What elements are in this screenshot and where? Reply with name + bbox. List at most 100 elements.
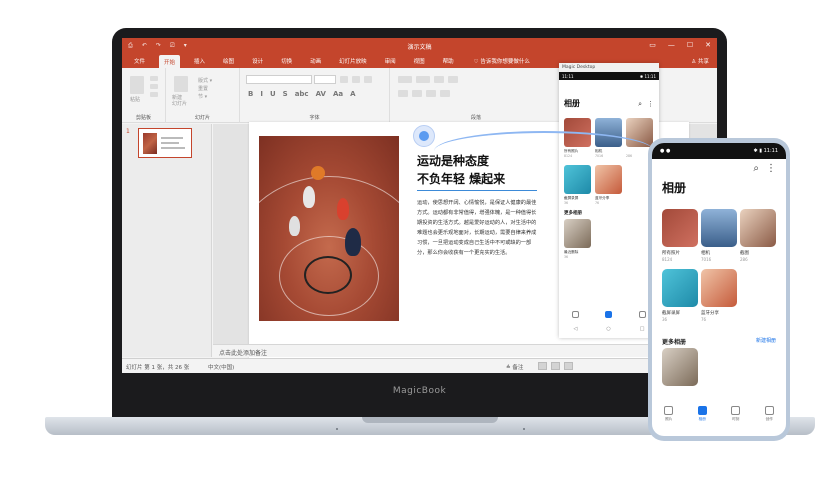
magic-desktop-titlebar[interactable]: Magic Desktop (559, 63, 659, 72)
nav-moments[interactable]: 时刻 (731, 406, 741, 430)
tab-file[interactable]: 文件 (130, 55, 149, 67)
photos-icon (664, 406, 674, 415)
align-right-icon[interactable] (426, 90, 436, 97)
phone-album-count: 7016 (701, 257, 712, 262)
minimize-icon[interactable]: — (668, 41, 675, 49)
laptop-bezel: MagicBook (112, 373, 727, 418)
format-painter-icon[interactable] (150, 92, 158, 97)
char-spacing-button[interactable]: AV (316, 90, 326, 98)
search-icon[interactable]: ⌕ (753, 163, 759, 174)
underline-button[interactable]: U (270, 90, 276, 98)
laptop-brand-label: MagicBook (392, 386, 447, 396)
grow-font-icon[interactable] (340, 76, 348, 83)
share-button[interactable]: ♙ 共享 (691, 57, 709, 65)
slide-title-line-2[interactable]: 不负年轻 燥起来 (417, 170, 505, 187)
albums-icon (697, 406, 707, 415)
slide-counter: 幻灯片 第 1 张，共 26 张 (126, 365, 190, 371)
align-left-icon[interactable] (398, 90, 408, 97)
shrink-font-icon[interactable] (352, 76, 360, 83)
slide-body-text[interactable]: 运动，使思想开阔、心情愉悦，是保证人健康的最佳方式。运动都有非常值得，增强体魄，… (417, 198, 539, 258)
laptop-foot (336, 428, 338, 430)
phone-album-thumb[interactable] (662, 209, 698, 247)
language-indicator[interactable]: 中文(中国) (208, 363, 234, 371)
notes-toggle[interactable]: ≙ 备注 (506, 363, 523, 371)
align-center-icon[interactable] (412, 90, 422, 97)
back-icon[interactable]: ◁ (574, 326, 578, 336)
nav-create[interactable]: 创作 (764, 406, 774, 430)
tab-review[interactable]: 审阅 (381, 55, 400, 67)
phone-album-thumb[interactable] (740, 209, 776, 247)
md-album-thumb[interactable] (564, 219, 591, 248)
phone-album-thumb[interactable] (662, 269, 698, 307)
paste-icon[interactable] (130, 76, 144, 94)
ribbon-display-icon[interactable]: ▭ (649, 41, 656, 49)
magic-desktop-window[interactable]: Magic Desktop 11:11 ✱ 11:11 相册 ⌕ ⋮ 所有照片 … (559, 63, 659, 338)
layout-button[interactable]: 版式 ▾ (198, 77, 212, 84)
bullets-icon[interactable] (398, 76, 412, 83)
new-slide-icon[interactable] (174, 76, 188, 92)
phone-album-name: 相机 (701, 251, 710, 256)
font-color-button[interactable]: A (350, 90, 355, 98)
italic-button[interactable]: I (260, 90, 263, 98)
tab-design[interactable]: 设计 (248, 55, 267, 67)
tab-draw[interactable]: 绘图 (219, 55, 238, 67)
tab-animations[interactable]: 动画 (306, 55, 325, 67)
tab-insert[interactable]: 插入 (190, 55, 209, 67)
notes-pane[interactable]: 点击此处添加备注 (213, 344, 717, 357)
clear-format-icon[interactable] (364, 76, 372, 83)
copy-icon[interactable] (150, 84, 158, 89)
tab-transitions[interactable]: 切换 (277, 55, 296, 67)
md-nav-moments-icon[interactable] (638, 310, 646, 318)
phone-album-thumb[interactable] (662, 348, 698, 386)
phone-album-thumb[interactable] (701, 269, 737, 307)
justify-icon[interactable] (440, 90, 450, 97)
more-icon[interactable]: ⋮ (766, 163, 776, 174)
thumbnail-photo (143, 133, 157, 154)
close-icon[interactable]: ✕ (705, 41, 711, 49)
md-nav-albums-icon[interactable] (605, 310, 613, 318)
phone-new-album-link[interactable]: 新建相册 (756, 337, 776, 344)
phone-status-bar: ● ● ✱ ▮ 11:11 (652, 143, 786, 159)
recents-icon[interactable]: □ (640, 326, 645, 336)
tell-me-search[interactable]: ♡ 告诉我你想要做什么 (474, 57, 530, 65)
numbering-icon[interactable] (416, 76, 430, 83)
reset-button[interactable]: 重置 (198, 85, 208, 92)
tab-slideshow[interactable]: 幻灯片放映 (335, 55, 371, 67)
normal-view-icon[interactable] (538, 362, 547, 370)
section-button[interactable]: 节 ▾ (198, 93, 207, 100)
nav-albums[interactable]: 相册 (697, 406, 707, 430)
sorter-view-icon[interactable] (551, 362, 560, 370)
font-size-select[interactable] (314, 75, 336, 84)
moments-icon (731, 406, 741, 415)
thumbnail-line (161, 147, 185, 149)
group-slides: 新建 幻灯片 版式 ▾ 重置 节 ▾ 幻灯片 (166, 68, 240, 123)
font-family-select[interactable] (246, 75, 312, 84)
md-nav-photos-icon[interactable] (572, 310, 580, 318)
search-icon[interactable]: ⌕ (638, 100, 642, 109)
phone-screen[interactable]: ● ● ✱ ▮ 11:11 ⌕ ⋮ 相册 所有照片 8124 相机 7016 截… (652, 143, 786, 436)
nav-photos[interactable]: 照片 (664, 406, 674, 430)
bold-button[interactable]: B (248, 90, 253, 98)
tab-help[interactable]: 帮助 (439, 55, 458, 67)
player-figure (303, 186, 315, 208)
more-icon[interactable]: ⋮ (647, 100, 654, 109)
cut-icon[interactable] (150, 76, 158, 81)
format-buttons: B I U S abc AV Aa A (248, 90, 356, 98)
slide-thumbnail[interactable] (138, 128, 192, 158)
home-icon[interactable]: ○ (606, 326, 610, 336)
paste-label[interactable]: 粘贴 (130, 96, 140, 103)
increase-indent-icon[interactable] (448, 76, 458, 83)
decrease-indent-icon[interactable] (434, 76, 444, 83)
new-slide-label[interactable]: 新建 幻灯片 (172, 95, 187, 107)
phone-album-thumb[interactable] (701, 209, 737, 247)
change-case-button[interactable]: Aa (333, 90, 343, 98)
md-gallery-heading: 相册 (564, 99, 580, 108)
tab-view[interactable]: 视图 (410, 55, 429, 67)
shadow-button[interactable]: S (283, 90, 288, 98)
basketball (311, 166, 325, 180)
strikethrough-button[interactable]: abc (295, 90, 309, 98)
reading-view-icon[interactable] (564, 362, 573, 370)
player-figure (337, 198, 349, 220)
nav-create-label: 创作 (765, 417, 773, 421)
maximize-icon[interactable]: ☐ (687, 41, 693, 49)
